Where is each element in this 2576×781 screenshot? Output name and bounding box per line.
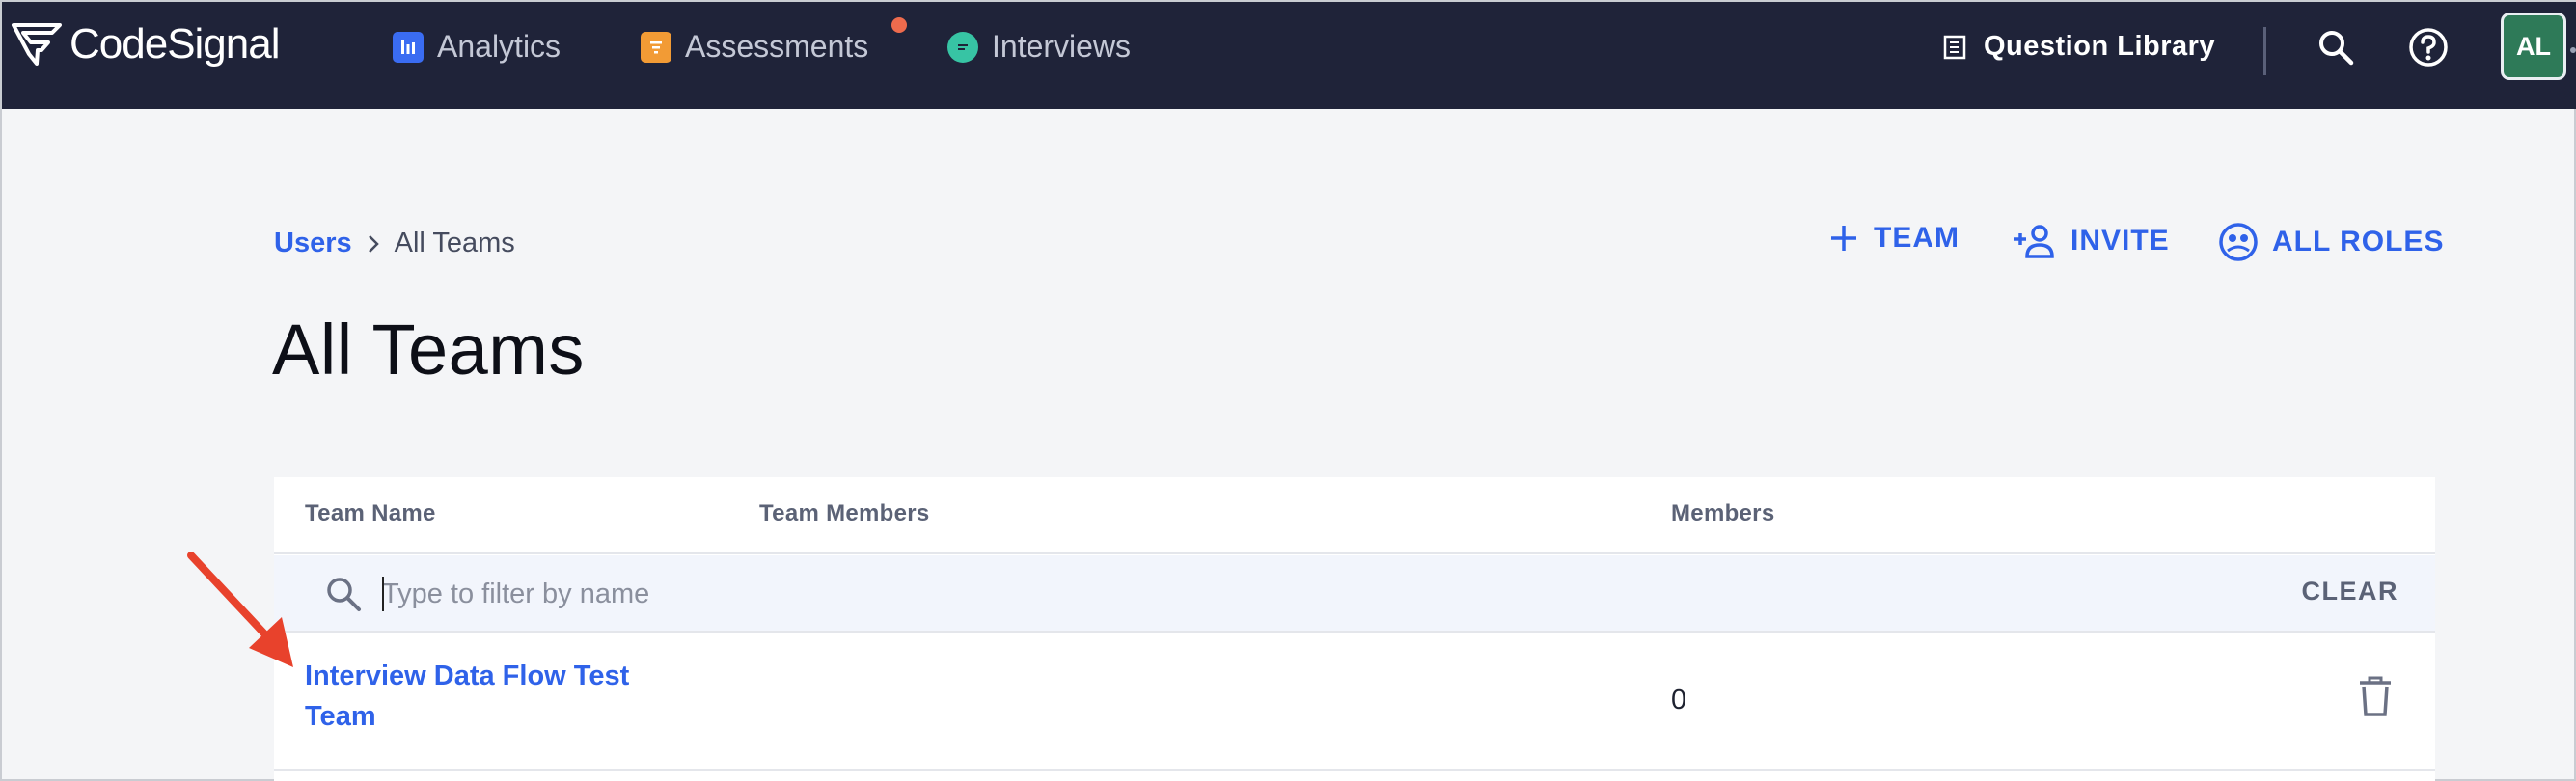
breadcrumb: Users All Teams [274, 228, 515, 259]
invite-button[interactable]: INVITE [2011, 222, 2170, 260]
user-avatar[interactable]: AL [2501, 13, 2566, 80]
roles-icon [2219, 223, 2258, 261]
annotation-arrow-icon [187, 552, 293, 667]
brand-name: CodeSignal [69, 20, 280, 67]
analytics-icon [393, 31, 424, 63]
teams-table: Team Name Team Members Members CLEAR Int… [274, 477, 2435, 781]
trash-icon[interactable] [2358, 675, 2393, 717]
column-header-members[interactable]: Members [1671, 500, 1774, 527]
nav-analytics[interactable]: Analytics [393, 29, 561, 65]
column-header-team-members: Team Members [759, 500, 930, 526]
interviews-icon [947, 31, 978, 63]
filter-row: CLEAR [274, 555, 2435, 633]
nav-interviews-label: Interviews [992, 29, 1132, 64]
add-team-label: TEAM [1874, 222, 1959, 254]
page-title: All Teams [272, 310, 585, 390]
help-button[interactable] [2406, 25, 2451, 69]
nav-interviews[interactable]: Interviews [947, 29, 1131, 65]
invite-label: INVITE [2070, 225, 2170, 256]
nav-assessments-label: Assessments [685, 29, 869, 64]
assessments-icon [641, 31, 671, 63]
notification-dot [891, 17, 907, 33]
top-navbar: CodeSignal Analytics Assessments Intervi… [2, 2, 2576, 109]
all-roles-button[interactable]: ALL ROLES [2218, 222, 2444, 262]
nav-analytics-label: Analytics [437, 29, 562, 64]
search-icon [2319, 31, 2354, 66]
help-icon [2409, 28, 2448, 67]
book-icon [1943, 35, 1966, 59]
add-person-icon [2014, 225, 2054, 258]
codesignal-logo-icon [12, 23, 62, 66]
team-filter-input[interactable] [382, 571, 1540, 617]
avatar-menu-indicator[interactable] [2570, 47, 2576, 53]
question-library-label: Question Library [1984, 31, 2216, 62]
chevron-right-icon [368, 234, 379, 253]
add-team-button[interactable]: TEAM [1827, 222, 1959, 255]
brand-logo[interactable]: CodeSignal [10, 19, 280, 69]
all-roles-label: ALL ROLES [2272, 226, 2445, 257]
question-library-link[interactable]: Question Library [1943, 31, 2215, 63]
text-cursor [382, 577, 384, 611]
member-count: 0 [1671, 685, 1687, 715]
table-header: Team Name Team Members Members [274, 477, 2435, 554]
search-icon [327, 578, 361, 611]
search-button[interactable] [2314, 25, 2358, 69]
column-header-team-name[interactable]: Team Name [305, 500, 436, 527]
team-name-link[interactable]: Interview Data Flow Test Team [305, 656, 691, 737]
nav-assessments[interactable]: Assessments [641, 29, 868, 65]
clear-filter-button[interactable]: CLEAR [2302, 577, 2399, 606]
breadcrumb-users-link[interactable]: Users [274, 228, 352, 259]
breadcrumb-current: All Teams [394, 228, 515, 258]
table-row: Interview Data Flow Test Team 0 [274, 634, 2435, 771]
nav-divider [2263, 27, 2266, 75]
plus-icon [1831, 226, 1856, 251]
